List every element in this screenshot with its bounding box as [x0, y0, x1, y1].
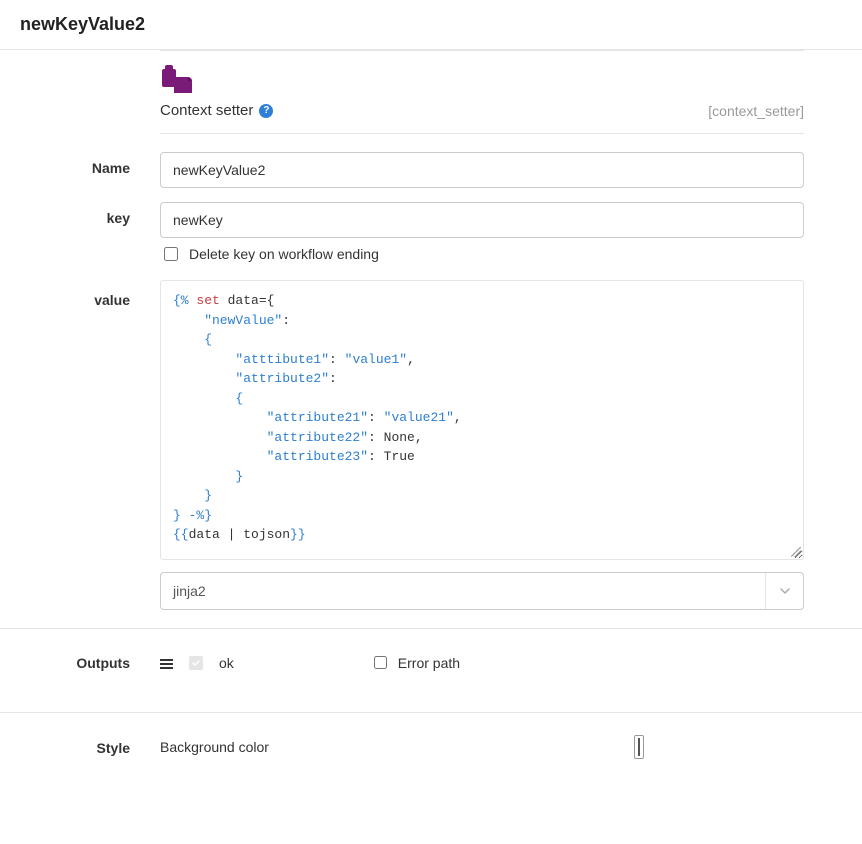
- form-section: Name key Delete key on workflow ending v…: [0, 134, 862, 629]
- name-input[interactable]: [160, 152, 804, 188]
- reorder-handle-icon[interactable]: [160, 659, 173, 669]
- delete-key-checkbox-row[interactable]: Delete key on workflow ending: [160, 242, 804, 266]
- name-label: Name: [0, 152, 160, 188]
- error-path-label: Error path: [398, 655, 460, 671]
- style-label: Style: [0, 738, 160, 756]
- background-color-picker[interactable]: [634, 735, 644, 759]
- delete-key-checkbox[interactable]: [164, 247, 178, 261]
- template-engine-value: jinja2: [161, 583, 218, 599]
- style-section: Style Background color: [0, 713, 862, 781]
- ok-checkbox-disabled: [189, 656, 203, 670]
- value-code-editor[interactable]: {% set data={ "newValue": { "atttibute1"…: [160, 280, 804, 560]
- outputs-label: Outputs: [0, 653, 160, 672]
- value-label: value: [0, 280, 160, 610]
- node-id-label: [context_setter]: [708, 103, 804, 119]
- outputs-section: Outputs ok Error path: [0, 629, 862, 713]
- chevron-down-icon: [765, 573, 803, 609]
- key-label: key: [0, 202, 160, 238]
- node-type-label: Context setter: [160, 102, 253, 119]
- page-title: newKeyValue2: [0, 0, 862, 50]
- key-input[interactable]: [160, 202, 804, 238]
- node-header: Context setter ? [context_setter]: [160, 50, 804, 134]
- ok-output-label: ok: [219, 655, 234, 671]
- error-path-row[interactable]: Error path: [370, 653, 460, 672]
- help-icon[interactable]: ?: [259, 104, 273, 118]
- color-swatch: [638, 738, 640, 756]
- template-engine-select[interactable]: jinja2: [160, 572, 804, 610]
- background-color-label: Background color: [160, 739, 269, 755]
- delete-key-label: Delete key on workflow ending: [189, 246, 379, 262]
- context-setter-icon: [160, 63, 273, 100]
- error-path-checkbox[interactable]: [374, 656, 387, 669]
